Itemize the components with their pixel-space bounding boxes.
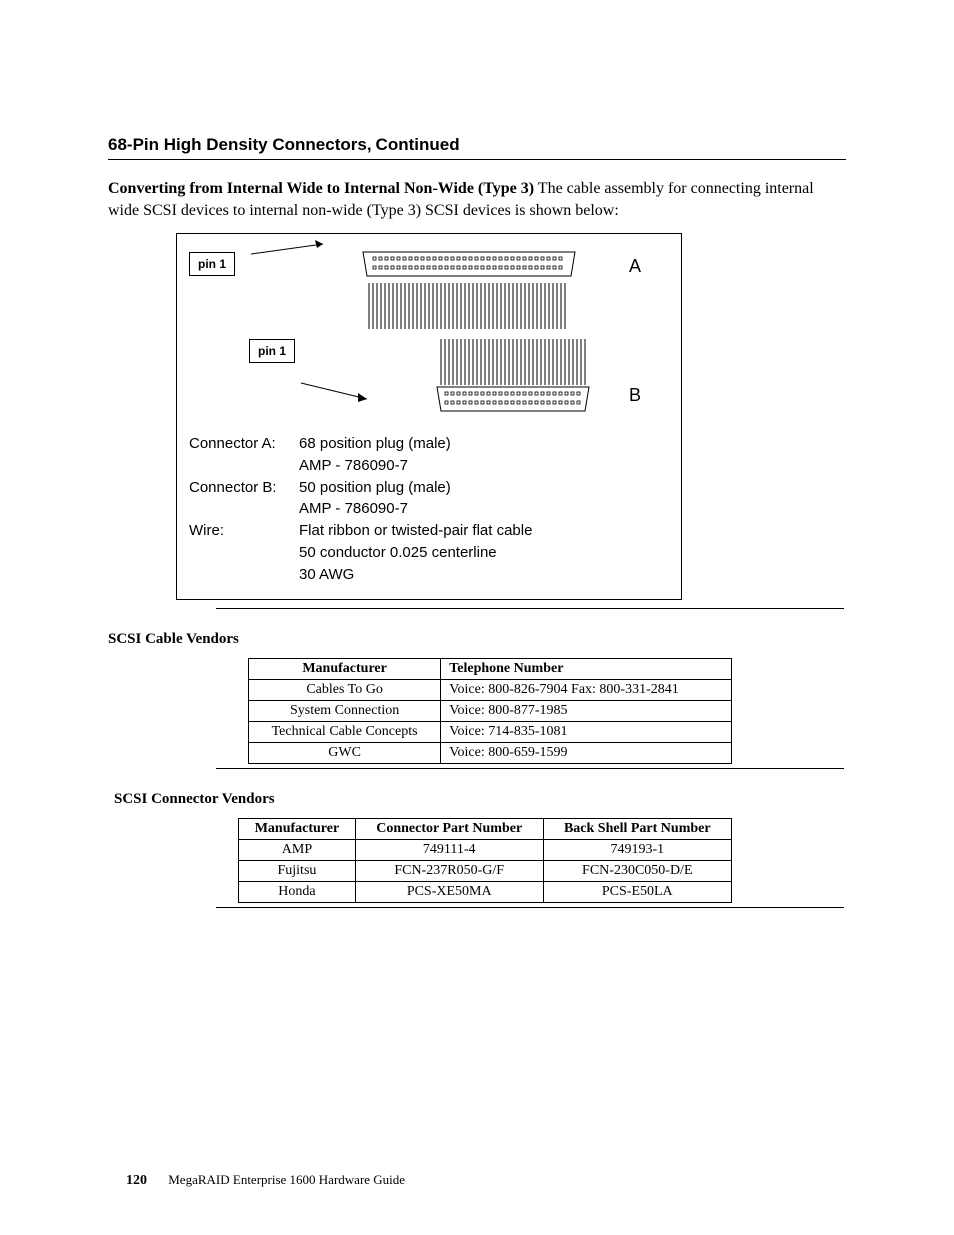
- spec-connA-label: Connector A:: [189, 433, 299, 455]
- cell: AMP: [239, 840, 356, 861]
- table-header-row: Manufacturer Telephone Number: [249, 659, 732, 680]
- intro-bold: Converting from Internal Wide to Interna…: [108, 180, 534, 197]
- spec-connB-val1: 50 position plug (male): [299, 477, 669, 499]
- connector-vendors-table: Manufacturer Connector Part Number Back …: [238, 818, 732, 903]
- spec-wire-val2: 50 conductor 0.025 centerline: [299, 542, 669, 564]
- spec-wire-val3: 30 AWG: [299, 564, 669, 586]
- pin1-arrow-a-icon: [231, 229, 331, 259]
- figure-box: pin 1 A: [176, 233, 682, 600]
- cell: PCS-XE50MA: [355, 882, 543, 903]
- spec-connB-label: Connector B:: [189, 477, 299, 499]
- cable-vendors-table: Manufacturer Telephone Number Cables To …: [248, 658, 732, 764]
- page-footer: 120 MegaRAID Enterprise 1600 Hardware Gu…: [126, 1172, 405, 1189]
- rule-after-table1: [216, 768, 844, 769]
- spec-wire-label: Wire:: [189, 520, 299, 542]
- th-backshell-part: Back Shell Part Number: [543, 819, 731, 840]
- connector-a-letter: A: [629, 250, 669, 277]
- figure-spec-block: Connector A: 68 position plug (male) AMP…: [189, 433, 669, 585]
- cell: 749111-4: [355, 840, 543, 861]
- pin1-arrow-b-icon: [295, 379, 375, 407]
- connector-a-row: pin 1 A: [189, 250, 669, 329]
- th-manufacturer: Manufacturer: [249, 659, 441, 680]
- cell: GWC: [249, 743, 441, 764]
- connector-a-icon: [359, 250, 579, 278]
- cell: 749193-1: [543, 840, 731, 861]
- connector-b-icon: [433, 385, 593, 413]
- spec-wire-val1: Flat ribbon or twisted-pair flat cable: [299, 520, 669, 542]
- rule-after-figure: [216, 608, 844, 609]
- cell: FCN-230C050-D/E: [543, 861, 731, 882]
- cable-vendors-title: SCSI Cable Vendors: [108, 631, 846, 648]
- table-row: AMP 749111-4 749193-1: [239, 840, 732, 861]
- intro-paragraph: Converting from Internal Wide to Interna…: [108, 178, 846, 221]
- cell: Technical Cable Concepts: [249, 722, 441, 743]
- spec-connB-val2: AMP - 786090-7: [299, 498, 669, 520]
- table-row: Honda PCS-XE50MA PCS-E50LA: [239, 882, 732, 903]
- pin1-label-a: pin 1: [189, 252, 235, 276]
- heading-title: 68-Pin High Density Connectors,: [108, 135, 372, 154]
- connector-b-row: pin 1 B: [189, 339, 669, 413]
- th-manufacturer: Manufacturer: [239, 819, 356, 840]
- table-row: Cables To Go Voice: 800-826-7904 Fax: 80…: [249, 680, 732, 701]
- table-row: GWC Voice: 800-659-1599: [249, 743, 732, 764]
- table-row: Fujitsu FCN-237R050-G/F FCN-230C050-D/E: [239, 861, 732, 882]
- cell: Voice: 800-659-1599: [441, 743, 732, 764]
- pin1-label-b: pin 1: [249, 339, 295, 363]
- ribbon-a-icon: [359, 283, 579, 329]
- cell: System Connection: [249, 701, 441, 722]
- spec-connA-val2: AMP - 786090-7: [299, 455, 669, 477]
- rule-after-table2: [216, 907, 844, 908]
- heading-rule: [108, 159, 846, 160]
- heading-continued: Continued: [376, 135, 460, 154]
- footer-title: MegaRAID Enterprise 1600 Hardware Guide: [168, 1172, 405, 1187]
- cell: Cables To Go: [249, 680, 441, 701]
- table-row: Technical Cable Concepts Voice: 714-835-…: [249, 722, 732, 743]
- section-heading: 68-Pin High Density Connectors, Continue…: [108, 135, 846, 155]
- ribbon-b-icon: [433, 339, 593, 385]
- connector-b-letter: B: [629, 339, 669, 406]
- cell: Honda: [239, 882, 356, 903]
- th-telephone: Telephone Number: [441, 659, 732, 680]
- cell: Voice: 800-826-7904 Fax: 800-331-2841: [441, 680, 732, 701]
- cell: Voice: 800-877-1985: [441, 701, 732, 722]
- cell: Voice: 714-835-1081: [441, 722, 732, 743]
- th-connector-part: Connector Part Number: [355, 819, 543, 840]
- table-row: System Connection Voice: 800-877-1985: [249, 701, 732, 722]
- connector-vendors-title: SCSI Connector Vendors: [114, 791, 846, 808]
- spec-connA-val1: 68 position plug (male): [299, 433, 669, 455]
- table-header-row: Manufacturer Connector Part Number Back …: [239, 819, 732, 840]
- cell: Fujitsu: [239, 861, 356, 882]
- cell: PCS-E50LA: [543, 882, 731, 903]
- page-number: 120: [126, 1173, 147, 1188]
- cell: FCN-237R050-G/F: [355, 861, 543, 882]
